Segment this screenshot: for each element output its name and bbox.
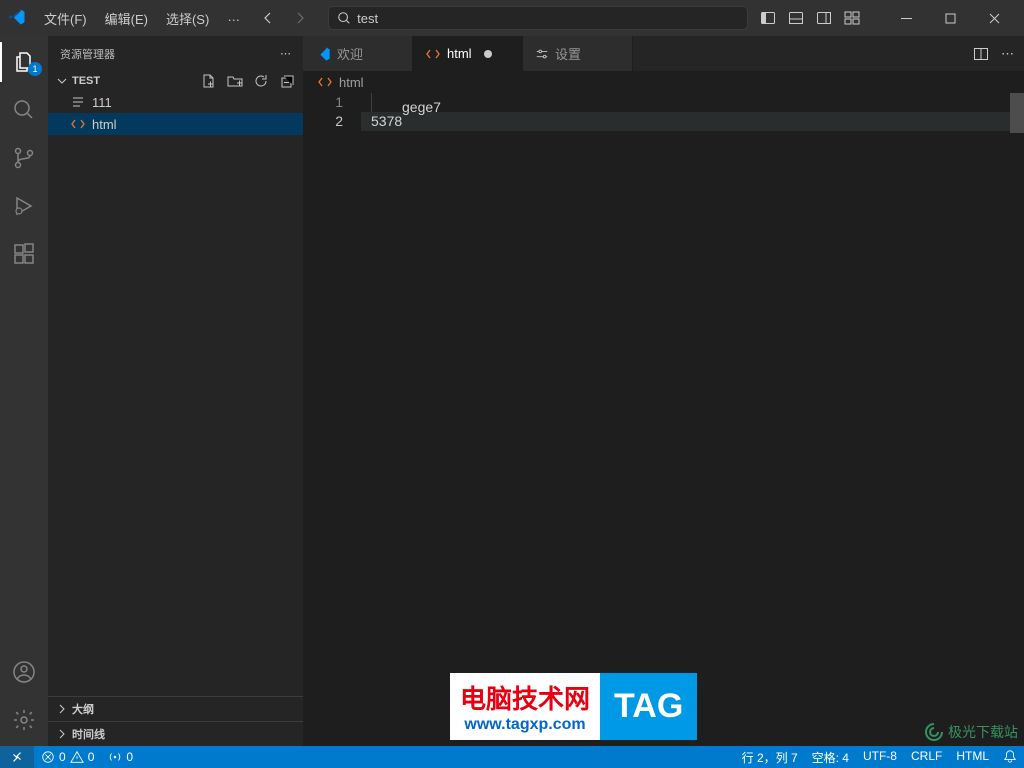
status-encoding[interactable]: UTF-8: [856, 749, 904, 763]
dirty-indicator-icon[interactable]: [484, 50, 492, 58]
explorer-badge: 1: [28, 62, 42, 76]
menu-bar: 文件(F) 编辑(E) 选择(S) …: [36, 5, 248, 32]
toggle-panel-bottom-icon[interactable]: [788, 10, 804, 26]
search-icon: [12, 98, 36, 122]
code-file-icon: [70, 116, 86, 132]
tab-welcome[interactable]: 欢迎: [303, 36, 413, 71]
remote-button[interactable]: [0, 746, 34, 768]
vertical-scrollbar[interactable]: [1010, 93, 1024, 133]
text-file-icon: [70, 94, 86, 110]
status-cursor-position[interactable]: 行 2，列 7: [735, 749, 805, 766]
warning-icon: [70, 750, 84, 764]
chevron-right-icon: [56, 728, 68, 740]
vscode-icon: [315, 46, 331, 62]
menu-edit[interactable]: 编辑(E): [97, 5, 156, 32]
antenna-icon: [108, 750, 122, 764]
explorer-sidebar: 资源管理器 ⋯ TEST 111 html 大纲: [48, 36, 303, 746]
command-center-search[interactable]: test: [328, 6, 748, 30]
line-gutter: 1 2: [303, 93, 361, 746]
activity-extensions[interactable]: [0, 234, 48, 274]
activity-explorer[interactable]: 1: [0, 42, 48, 82]
activity-settings[interactable]: [0, 700, 48, 740]
branch-icon: [12, 146, 36, 170]
minimap[interactable]: --: [1010, 93, 1024, 746]
activity-accounts[interactable]: [0, 652, 48, 692]
bell-icon: [1003, 749, 1017, 763]
toggle-panel-left-icon[interactable]: [760, 10, 776, 26]
titlebar: 文件(F) 编辑(E) 选择(S) … test: [0, 0, 1024, 36]
vscode-logo-icon: [8, 8, 28, 28]
breadcrumb[interactable]: html: [303, 71, 1024, 93]
tree-item-html[interactable]: html: [48, 113, 303, 135]
tab-settings[interactable]: 设置: [523, 36, 633, 71]
watermark-banner: 电脑技术网 www.tagxp.com TAG: [450, 673, 697, 740]
outline-section[interactable]: 大纲: [48, 696, 303, 721]
folder-root[interactable]: TEST: [48, 71, 303, 91]
editor-content[interactable]: 1 2 gege7 5378 --: [303, 93, 1024, 746]
sidebar-title: 资源管理器: [60, 46, 115, 62]
search-text: test: [357, 11, 378, 26]
menu-select[interactable]: 选择(S): [158, 5, 217, 32]
toggle-panel-right-icon[interactable]: [816, 10, 832, 26]
code-file-icon: [317, 74, 333, 90]
titlebar-center: test: [248, 6, 760, 30]
customize-layout-icon[interactable]: [844, 10, 860, 26]
remote-icon: [10, 750, 24, 764]
nav-back-icon[interactable]: [260, 10, 276, 26]
window-maximize-icon[interactable]: [928, 0, 972, 36]
error-icon: [41, 750, 55, 764]
status-language[interactable]: HTML: [949, 749, 996, 763]
menu-more[interactable]: …: [219, 5, 248, 32]
window-close-icon[interactable]: [972, 0, 1016, 36]
chevron-right-icon: [56, 703, 68, 715]
search-icon: [337, 11, 351, 25]
split-editor-icon[interactable]: [973, 46, 989, 62]
new-file-icon[interactable]: [201, 73, 217, 89]
refresh-icon[interactable]: [253, 73, 269, 89]
activity-search[interactable]: [0, 90, 48, 130]
swirl-icon: [924, 722, 944, 742]
tab-more-icon[interactable]: ⋯: [1001, 46, 1014, 62]
watermark-corner: 极光下载站: [924, 722, 1018, 742]
status-problems[interactable]: 0 0: [34, 746, 101, 768]
tree-item-111[interactable]: 111: [48, 91, 303, 113]
collapse-all-icon[interactable]: [279, 73, 295, 89]
nav-forward-icon[interactable]: [292, 10, 308, 26]
chevron-down-icon: [56, 75, 68, 87]
code-area[interactable]: gege7 5378: [361, 93, 1010, 746]
settings-slider-icon: [535, 47, 549, 61]
code-file-icon: [425, 46, 441, 62]
new-folder-icon[interactable]: [227, 73, 243, 89]
status-indentation[interactable]: 空格: 4: [805, 749, 856, 766]
sidebar-more-icon[interactable]: ⋯: [280, 47, 291, 60]
status-ports[interactable]: 0: [101, 746, 140, 768]
editor-tabs: 欢迎 html 设置 ⋯: [303, 36, 1024, 71]
status-bar: 0 0 0 行 2，列 7 空格: 4 UTF-8 CRLF HTML: [0, 746, 1024, 768]
tab-html[interactable]: html: [413, 36, 523, 71]
activity-run-debug[interactable]: [0, 186, 48, 226]
timeline-section[interactable]: 时间线: [48, 721, 303, 746]
activity-bar: 1: [0, 36, 48, 746]
gear-icon: [12, 708, 36, 732]
status-eol[interactable]: CRLF: [904, 749, 949, 763]
window-minimize-icon[interactable]: [884, 0, 928, 36]
editor-area: 欢迎 html 设置 ⋯ html 1 2: [303, 36, 1024, 746]
activity-source-control[interactable]: [0, 138, 48, 178]
extensions-icon: [12, 242, 36, 266]
status-feedback[interactable]: [996, 749, 1024, 763]
menu-file[interactable]: 文件(F): [36, 5, 95, 32]
account-icon: [12, 660, 36, 684]
play-bug-icon: [12, 194, 36, 218]
